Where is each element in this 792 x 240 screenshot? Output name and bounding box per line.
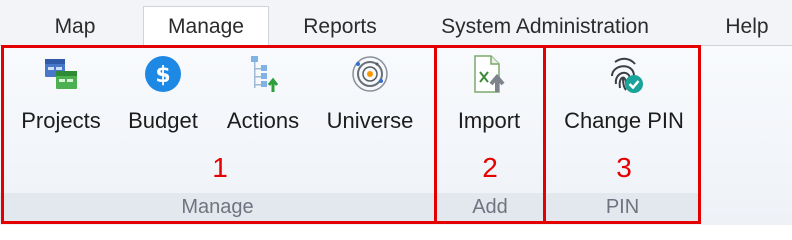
ribbon-tab-bar: Map Manage Reports System Administration…: [0, 0, 792, 47]
highlight-box-2: [434, 45, 546, 224]
tab-help[interactable]: Help: [712, 7, 782, 46]
tab-reports[interactable]: Reports: [288, 7, 392, 46]
highlight-box-1: [1, 45, 437, 224]
tab-system-administration[interactable]: System Administration: [414, 7, 676, 46]
tab-manage[interactable]: Manage: [143, 6, 269, 47]
tab-map[interactable]: Map: [40, 7, 110, 46]
highlight-box-3: [543, 45, 701, 224]
